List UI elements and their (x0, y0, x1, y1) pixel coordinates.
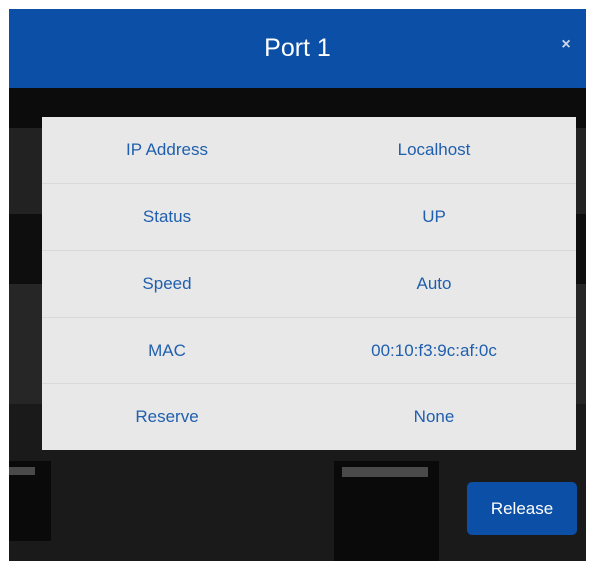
mac-value: 00:10:f3:9c:af:0c (371, 341, 497, 360)
status-label: Status (142, 207, 192, 226)
ip-address-label: IP Address (126, 140, 208, 159)
port-details-table: IP Address Localhost Status UP Speed Aut… (42, 117, 576, 450)
reserve-label: Reserve (135, 407, 199, 426)
status-value: UP (422, 207, 446, 226)
speed-label: Speed (142, 274, 192, 293)
table-row: Reserve None (42, 383, 576, 450)
reserve-value: None (413, 407, 455, 426)
dialog-title: Port 1 (264, 34, 331, 62)
ip-address-value: Localhost (397, 140, 471, 159)
port-dialog: Port 1 × IP Address Localhost Status UP … (9, 9, 586, 561)
table-row: Speed Auto (42, 250, 576, 317)
table-row: IP Address Localhost (42, 117, 576, 183)
dialog-header: Port 1 × (9, 9, 586, 88)
mac-label: MAC (148, 341, 186, 360)
port-pin (9, 467, 35, 475)
port-pin (342, 467, 428, 477)
close-icon[interactable]: × (558, 37, 574, 53)
speed-value: Auto (416, 274, 452, 293)
table-row: MAC 00:10:f3:9c:af:0c (42, 317, 576, 384)
release-button[interactable]: Release (467, 482, 577, 535)
table-row: Status UP (42, 183, 576, 250)
